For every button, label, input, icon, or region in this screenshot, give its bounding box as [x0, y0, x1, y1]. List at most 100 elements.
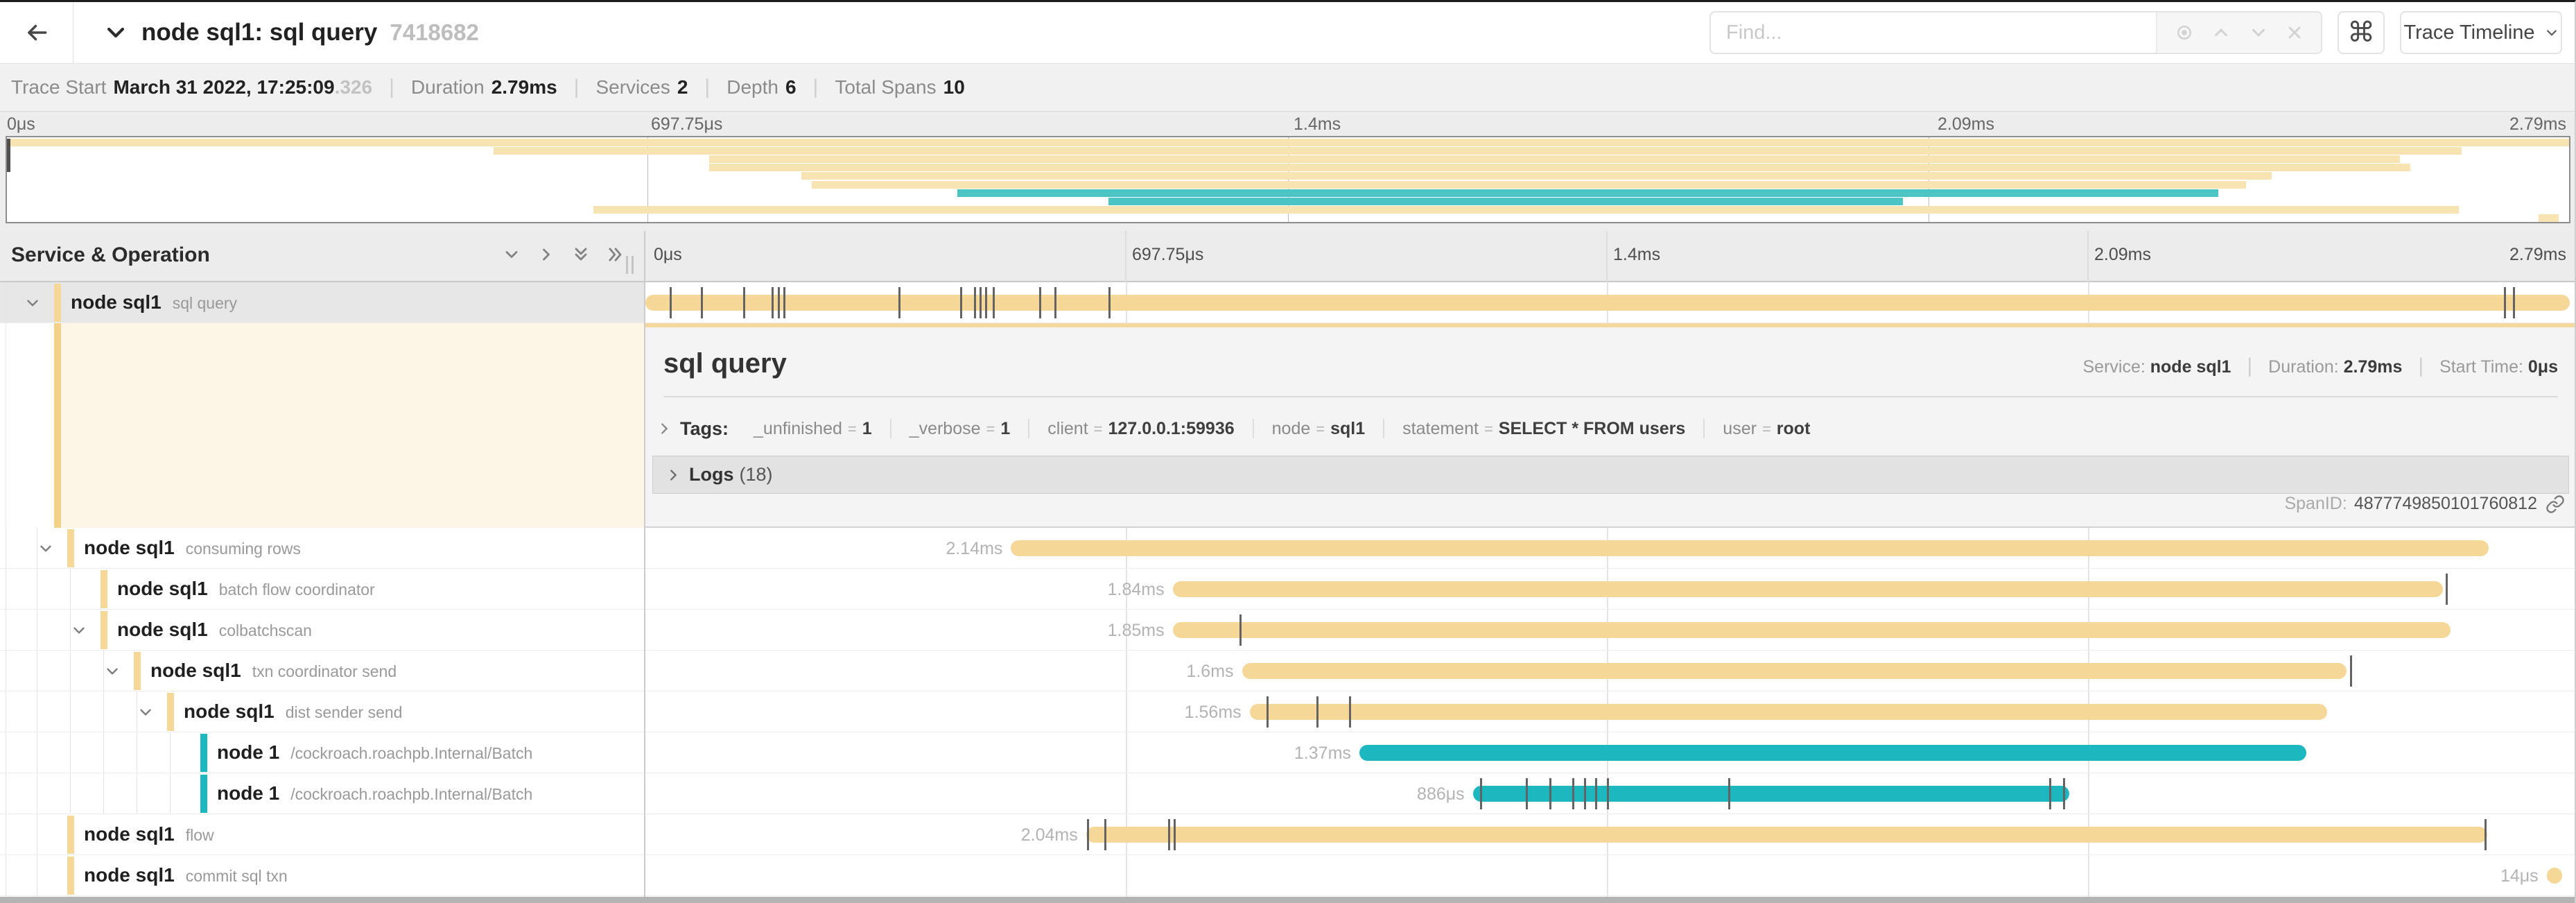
- span-tree-cell[interactable]: node sql1dist sender send: [0, 691, 645, 732]
- span-bar-cell[interactable]: 1.56ms: [645, 691, 2576, 732]
- minimap-canvas[interactable]: [6, 136, 2570, 223]
- timeline-tick: 697.75μs: [1132, 245, 1203, 265]
- log-marker: [960, 287, 962, 318]
- operation-name: colbatchscan: [219, 621, 312, 639]
- service-name: node 1/cockroach.roachpb.Internal/Batch: [217, 741, 532, 764]
- trace-minimap: 0μs 697.75μs 1.4ms 2.09ms 2.79ms: [0, 112, 2575, 231]
- span-bar[interactable]: [645, 295, 2570, 311]
- logs-row[interactable]: Logs (18): [652, 456, 2569, 494]
- tag-key: node: [1272, 419, 1311, 438]
- span-row[interactable]: node sql1consuming rows2.14ms: [0, 528, 2575, 569]
- trace-timeline-label: Trace Timeline: [2403, 22, 2534, 44]
- prev-match-icon[interactable]: [2211, 22, 2231, 43]
- span-tree-cell[interactable]: node sql1batch flow coordinator: [0, 569, 645, 609]
- span-detail-panel: sql query Service: node sql1 | Duration:…: [0, 323, 2575, 528]
- span-tree-cell[interactable]: node sql1flow: [0, 814, 645, 854]
- depth-value: 6: [785, 76, 797, 98]
- chevron-down-icon[interactable]: [137, 703, 155, 721]
- chevron-down-icon[interactable]: [103, 662, 121, 680]
- span-id-label: SpanID:: [2284, 494, 2347, 514]
- log-marker: [1572, 778, 1574, 809]
- trace-collapse-toggle[interactable]: [104, 21, 128, 44]
- span-bar-cell[interactable]: [645, 282, 2576, 322]
- span-row[interactable]: node sql1sql query: [0, 282, 2575, 323]
- span-bar[interactable]: [1011, 540, 2489, 556]
- next-match-icon[interactable]: [2248, 22, 2269, 43]
- chevron-down-icon[interactable]: [70, 621, 88, 639]
- locate-icon[interactable]: [2174, 22, 2195, 43]
- log-marker: [1584, 778, 1586, 809]
- span-row[interactable]: node sql1commit sql txn 14μs: [0, 855, 2575, 896]
- find-tools: [2156, 12, 2321, 53]
- span-bar-cell[interactable]: 1.6ms: [645, 651, 2576, 691]
- span-row[interactable]: node sql1batch flow coordinator1.84ms: [0, 569, 2575, 610]
- minimap-scrub-handle[interactable]: [7, 139, 10, 172]
- span-row[interactable]: node sql1colbatchscan1.85ms: [0, 610, 2575, 651]
- span-row[interactable]: node sql1txn coordinator send 1.6ms: [0, 651, 2575, 691]
- span-bar-cell[interactable]: 2.04ms: [645, 814, 2576, 854]
- column-resizer[interactable]: [626, 256, 634, 274]
- collapse-all-icon[interactable]: [571, 245, 591, 264]
- span-tree-cell[interactable]: node sql1colbatchscan: [0, 610, 645, 650]
- span-tree-cell[interactable]: node 1/cockroach.roachpb.Internal/Batch: [0, 732, 645, 773]
- chevron-down-icon[interactable]: [24, 294, 42, 312]
- span-tree-cell[interactable]: node sql1sql query: [0, 282, 645, 322]
- span-bar-cell[interactable]: 1.85ms: [645, 610, 2576, 650]
- span-bar[interactable]: [1242, 663, 2347, 679]
- span-tree-cell[interactable]: node sql1commit sql txn: [0, 855, 645, 895]
- span-row[interactable]: node 1/cockroach.roachpb.Internal/Batch 1…: [0, 732, 2575, 773]
- chevron-down-icon[interactable]: [37, 540, 55, 558]
- span-bar-cell[interactable]: 1.84ms: [645, 569, 2576, 609]
- tree-timeline-divider[interactable]: [644, 231, 645, 897]
- span-bar[interactable]: [1250, 704, 2328, 720]
- span-detail-title: sql query: [663, 348, 787, 379]
- log-marker: [2350, 655, 2352, 687]
- log-marker: [985, 287, 987, 318]
- keyboard-shortcuts-button[interactable]: ⌘: [2338, 11, 2385, 54]
- service-name: node sql1commit sql txn: [84, 864, 288, 886]
- tags-row[interactable]: Tags: _unfinished=1_verbose=1client=127.…: [656, 411, 2569, 446]
- link-icon[interactable]: [2545, 495, 2565, 514]
- operation-name: txn coordinator send: [252, 662, 397, 680]
- span-bar-cell[interactable]: 2.14ms: [645, 528, 2576, 568]
- span-bar[interactable]: [2547, 868, 2562, 884]
- span-bar[interactable]: [1359, 745, 2306, 761]
- operation-name: consuming rows: [186, 540, 301, 558]
- span-bar-cell[interactable]: 1.37ms: [645, 732, 2576, 773]
- span-row[interactable]: node sql1dist sender send1.56ms: [0, 691, 2575, 732]
- trace-summary-bar: Trace Start March 31 2022, 17:25:09.326 …: [0, 64, 2575, 112]
- span-duration-label: 1.6ms: [1081, 662, 1234, 682]
- span-bar-cell[interactable]: 14μs: [645, 855, 2576, 895]
- service-name: node sql1flow: [84, 823, 214, 845]
- expand-all-icon[interactable]: [606, 245, 625, 264]
- expand-one-icon[interactable]: [537, 245, 556, 264]
- collapse-one-icon[interactable]: [502, 245, 521, 264]
- duration-value: 2.79ms: [491, 76, 557, 98]
- span-row[interactable]: node 1/cockroach.roachpb.Internal/Batch8…: [0, 773, 2575, 814]
- start-time-value: 0μs: [2528, 357, 2558, 377]
- minimap-span-bar: [801, 172, 2272, 180]
- operation-name: /cockroach.roachpb.Internal/Batch: [290, 744, 532, 762]
- trace-timeline-dropdown[interactable]: Trace Timeline: [2400, 11, 2562, 54]
- find-input[interactable]: [1711, 12, 2156, 53]
- log-marker: [993, 287, 995, 318]
- tag-item: node=sql1: [1254, 419, 1385, 438]
- span-bar[interactable]: [1086, 827, 2487, 843]
- timeline-tick: 0μs: [654, 245, 682, 265]
- operation-name: flow: [186, 826, 214, 844]
- span-tree-cell[interactable]: node sql1txn coordinator send: [0, 651, 645, 691]
- span-bar[interactable]: [1173, 622, 2451, 638]
- span-tree-cell[interactable]: node 1/cockroach.roachpb.Internal/Batch: [0, 773, 645, 814]
- span-bar-cell[interactable]: 886μs: [645, 773, 2576, 814]
- back-button[interactable]: [0, 2, 73, 64]
- span-bar[interactable]: [1473, 786, 2070, 802]
- duration-label: Duration:: [2268, 357, 2338, 377]
- clear-search-icon[interactable]: [2285, 23, 2304, 42]
- span-bar[interactable]: [1173, 581, 2443, 597]
- span-tree-cell[interactable]: node sql1consuming rows: [0, 528, 645, 568]
- tag-item: _unfinished=1: [736, 419, 891, 438]
- tag-key: _verbose: [910, 419, 981, 438]
- tag-item: _verbose=1: [891, 419, 1030, 438]
- span-row[interactable]: node sql1flow 2.04ms: [0, 814, 2575, 855]
- horizontal-scrollbar[interactable]: [0, 897, 2575, 903]
